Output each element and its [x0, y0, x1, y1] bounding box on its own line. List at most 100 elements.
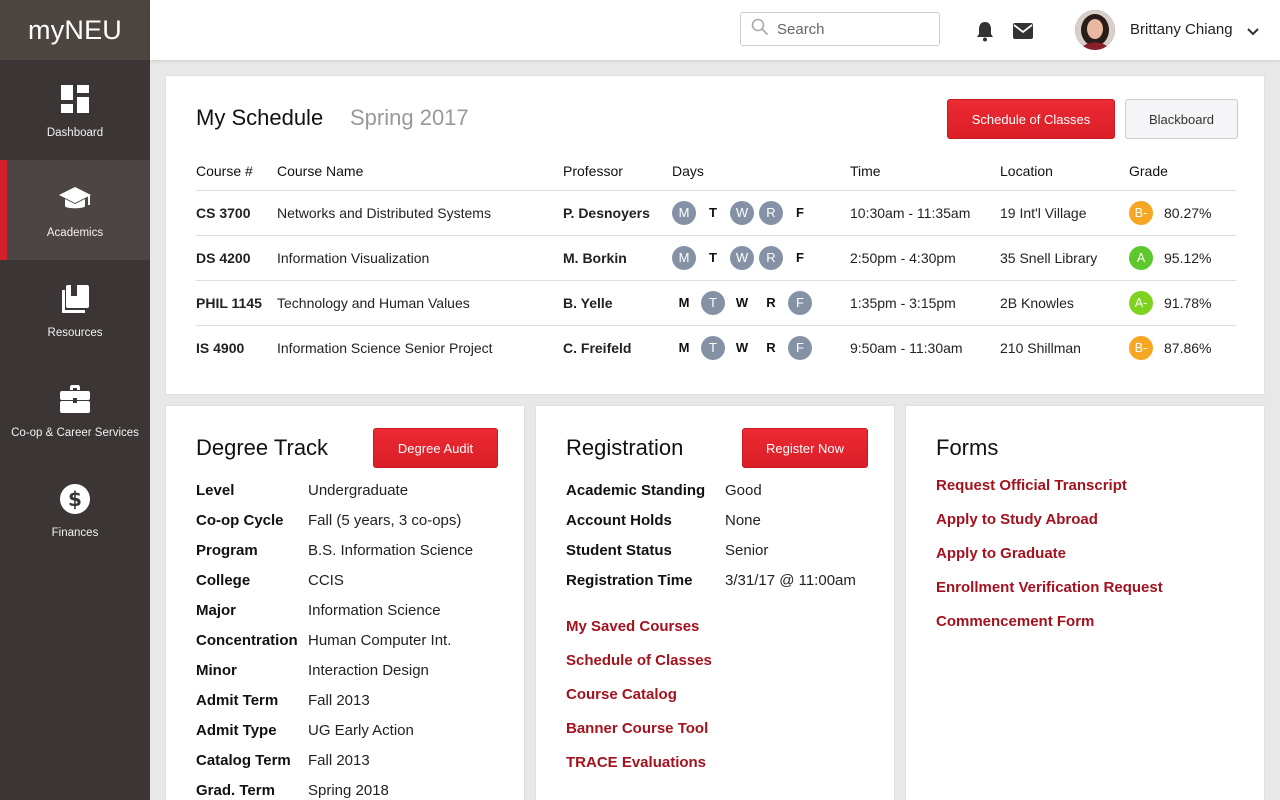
- field-value: Fall 2013: [308, 752, 370, 769]
- table-row[interactable]: IS 4900 Information Science Senior Projec…: [196, 325, 1236, 370]
- grade-badge: A-: [1129, 290, 1153, 315]
- registration-link[interactable]: Schedule of Classes: [566, 652, 712, 669]
- sidebar-item-label: Co-op & Career Services: [11, 427, 139, 439]
- degree-audit-button[interactable]: Degree Audit: [373, 428, 498, 468]
- avatar[interactable]: [1075, 10, 1115, 50]
- app-logo[interactable]: myNEU: [0, 0, 150, 60]
- course-number: IS 4900: [196, 339, 245, 356]
- sidebar-item-co-op-career-services[interactable]: Co-op & Career Services: [0, 360, 150, 460]
- degree-field: Catalog Term Fall 2013: [196, 752, 370, 769]
- field-label: Minor: [196, 662, 237, 679]
- field-label: Admit Term: [196, 692, 279, 709]
- register-now-button[interactable]: Register Now: [742, 428, 868, 468]
- field-label: Registration Time: [566, 572, 693, 589]
- degree-field: Level Undergraduate: [196, 482, 408, 499]
- location: 2B Knowles: [1000, 280, 1129, 326]
- field-label: Level: [196, 482, 235, 499]
- course-name: Networks and Distributed Systems: [277, 190, 563, 236]
- location: 210 Shillman: [1000, 339, 1081, 356]
- day-badge: R: [766, 340, 776, 356]
- field-value: None: [725, 512, 761, 529]
- degree-field: Grad. Term Spring 2018: [196, 782, 389, 799]
- field-value: Human Computer Int.: [308, 632, 452, 649]
- form-link[interactable]: Apply to Study Abroad: [936, 511, 1098, 528]
- form-link[interactable]: Enrollment Verification Request: [936, 579, 1163, 596]
- grade-badge: B-: [1129, 335, 1153, 360]
- day-badge: F: [788, 335, 812, 360]
- schedule-of-classes-button[interactable]: Schedule of Classes: [947, 99, 1115, 139]
- grade-percent: 80.27%: [1164, 204, 1212, 221]
- field-value: Undergraduate: [308, 482, 409, 499]
- form-link[interactable]: Request Official Transcript: [936, 477, 1127, 494]
- sidebar-item-academics[interactable]: Academics: [0, 160, 150, 260]
- class-time: 1:35pm - 3:15pm: [850, 280, 1000, 326]
- schedule-table: Course # Course Name Professor Days Time…: [196, 152, 1236, 370]
- schedule-term: Spring 2017: [350, 105, 469, 130]
- days: MTW RF: [672, 290, 850, 315]
- column-header: Professor: [563, 152, 672, 191]
- day-badge: W: [730, 200, 754, 225]
- field-label: Account Holds: [566, 512, 672, 529]
- registration-link[interactable]: Course Catalog: [566, 686, 677, 703]
- registration-link[interactable]: Banner Course Tool: [566, 720, 708, 737]
- day-badge: M: [678, 295, 690, 310]
- day-badge: T: [701, 290, 725, 315]
- degree-field: Program B.S. Information Science: [196, 542, 473, 559]
- sidebar-item-finances[interactable]: $ Finances: [0, 460, 150, 560]
- course-number: PHIL 1145: [196, 280, 277, 326]
- graduation-cap-icon: [58, 182, 92, 216]
- field-value: Information Science: [308, 602, 441, 619]
- field-value: Fall (5 years, 3 co-ops): [308, 512, 462, 529]
- table-row[interactable]: PHIL 1145 Technology and Human Values B. Y…: [196, 280, 1236, 326]
- form-link[interactable]: Apply to Graduate: [936, 545, 1066, 562]
- sidebar-item-label: Academics: [46, 227, 104, 239]
- registration-field: Student Status Senior: [566, 542, 768, 559]
- field-value: Fall 2013: [308, 692, 370, 709]
- sidebar-item-dashboard[interactable]: Dashboard: [0, 60, 150, 160]
- search-input[interactable]: [777, 20, 927, 38]
- bell-icon[interactable]: [974, 20, 996, 42]
- day-badge: R: [766, 295, 776, 310]
- grade-percent: 95.12%: [1164, 249, 1212, 266]
- mail-icon[interactable]: [1012, 20, 1034, 42]
- search-icon: [751, 18, 769, 41]
- grade: A- 91.78%: [1129, 290, 1236, 315]
- table-row[interactable]: CS 3700 Networks and Distributed Systems P…: [196, 190, 1236, 236]
- sidebar: myNEU Dashboard Academics Resources Co-o…: [0, 0, 150, 800]
- sidebar-item-label: Dashboard: [46, 127, 104, 139]
- registration-link[interactable]: My Saved Courses: [566, 618, 699, 635]
- user-name[interactable]: Brittany Chiang: [1130, 21, 1233, 38]
- form-link[interactable]: Commencement Form: [936, 613, 1094, 630]
- sidebar-item-label: Finances: [51, 527, 99, 539]
- day-badge: W: [735, 340, 749, 356]
- column-header: Days: [672, 152, 850, 191]
- briefcase-icon: [58, 382, 92, 416]
- registration-field: Account Holds None: [566, 512, 761, 529]
- degree-track-title: Degree Track: [196, 435, 329, 460]
- location: 19 Int'l Village: [1000, 190, 1129, 236]
- days-cell: MTWRF: [672, 235, 850, 281]
- grade-cell: A 95.12%: [1129, 235, 1236, 281]
- course-name: Information Visualization: [277, 235, 563, 281]
- sidebar-item-resources[interactable]: Resources: [0, 260, 150, 360]
- svg-text:$: $: [68, 487, 82, 511]
- degree-field: Concentration Human Computer Int.: [196, 632, 451, 649]
- field-value: Spring 2018: [308, 782, 389, 799]
- chevron-down-icon[interactable]: [1246, 24, 1260, 42]
- table-header-row: Course # Course Name Professor Days Time…: [196, 152, 1236, 191]
- course-name: Technology and Human Values: [277, 280, 563, 326]
- registration-link[interactable]: TRACE Evaluations: [566, 754, 706, 771]
- search-box[interactable]: [740, 12, 940, 46]
- class-time: 10:30am - 11:35am: [850, 190, 1000, 236]
- schedule-title: My Schedule: [196, 105, 324, 130]
- column-header: Time: [850, 152, 1000, 191]
- blackboard-button[interactable]: Blackboard: [1125, 99, 1238, 139]
- column-header: Location: [1000, 152, 1129, 191]
- field-label: Major: [196, 602, 237, 619]
- table-row[interactable]: DS 4200 Information Visualization M. Borki…: [196, 235, 1236, 281]
- professor: C. Freifeld: [563, 339, 632, 356]
- column-header: Course Name: [277, 152, 563, 191]
- field-label: Admit Type: [196, 722, 277, 739]
- field-value: Interaction Design: [308, 662, 429, 679]
- forms-card: Forms Request Official Transcript Apply t…: [905, 405, 1265, 800]
